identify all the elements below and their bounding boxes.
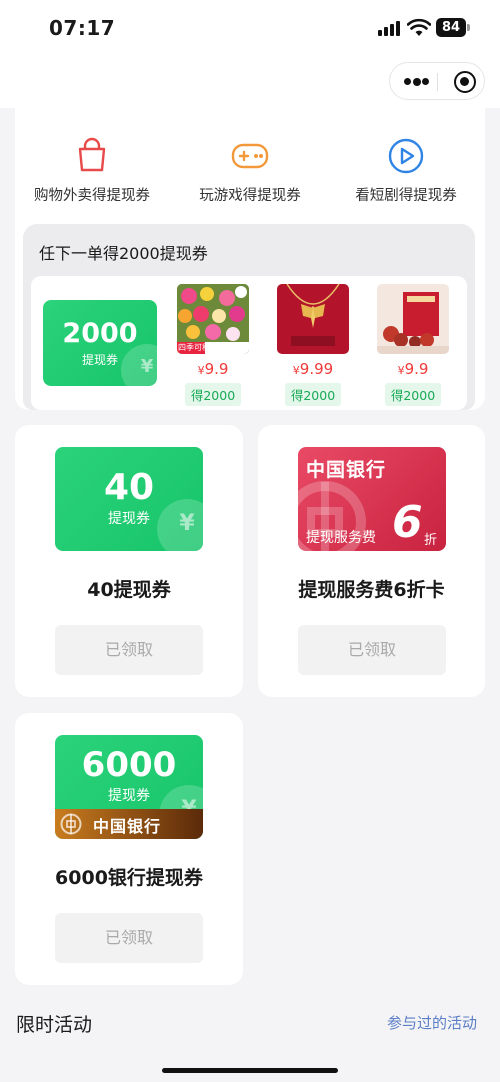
reward-title: 6000银行提现券 xyxy=(55,867,203,889)
service-label: 提现服务费 xyxy=(306,530,376,546)
product-image-flowers: 四季可种 好养易活 xyxy=(177,284,249,354)
coupon-amount: 6000 xyxy=(81,745,177,785)
close-miniprogram-icon[interactable] xyxy=(454,71,476,93)
gamepad-icon xyxy=(230,136,270,176)
joined-activities-link[interactable]: 参与过的活动 xyxy=(387,1012,477,1033)
product-image-necklace xyxy=(277,284,349,354)
category-label: 玩游戏得提现券 xyxy=(199,188,301,204)
reward-title: 40提现券 xyxy=(87,579,171,601)
status-time: 07:17 xyxy=(49,16,116,40)
reward-card-6000: 6000 提现券 ¥ 中国银行 6000银行提现券 已领取 xyxy=(15,713,243,985)
bank-name: 中国银行 xyxy=(306,459,387,481)
status-bar: 07:17 84 xyxy=(0,0,500,56)
promo-title: 任下一单得2000提现券 xyxy=(39,244,208,263)
product-price: ¥9.99 xyxy=(292,360,334,378)
limited-activities-title: 限时活动 xyxy=(16,1014,93,1036)
bank-strip: 中国银行 xyxy=(55,809,203,839)
boc-logo-icon xyxy=(60,813,82,835)
category-shopping[interactable]: 购物外卖得提现券 xyxy=(17,136,167,205)
battery-indicator: 84 xyxy=(436,18,466,37)
capsule-divider xyxy=(437,73,438,91)
category-games[interactable]: 玩游戏得提现券 xyxy=(175,136,325,205)
product-item[interactable]: ¥9.9 得2000 xyxy=(377,284,449,406)
claimed-button[interactable]: 已领取 xyxy=(298,625,446,675)
discount-unit: 折 xyxy=(424,533,438,548)
fee-discount-card: 中国银行 提现服务费 6 折 xyxy=(298,447,446,551)
reward-card-40: 40 提现券 ¥ 40提现券 已领取 xyxy=(15,425,243,697)
miniprogram-capsule xyxy=(389,62,485,100)
product-item[interactable]: ¥9.99 得2000 xyxy=(277,284,349,406)
play-circle-icon xyxy=(386,136,426,176)
order-promo-panel: 任下一单得2000提现券 2000 提现券 ¥ 四季可种 好养易活 ¥9.9 得… xyxy=(23,224,475,410)
nav-bar xyxy=(0,56,500,108)
reward-coupon-6000: 6000 提现券 ¥ 中国银行 xyxy=(55,735,203,839)
product-reward-badge: 得2000 xyxy=(284,383,342,406)
category-label: 购物外卖得提现券 xyxy=(34,188,150,204)
category-label: 看短剧得提现券 xyxy=(355,188,457,204)
category-shortdrama[interactable]: 看短剧得提现券 xyxy=(331,136,481,205)
product-caption: 四季可种 好养易活 xyxy=(178,343,245,352)
product-reward-badge: 得2000 xyxy=(184,383,242,406)
product-price: ¥9.9 xyxy=(197,360,229,378)
bank-name: 中国银行 xyxy=(93,817,162,836)
reward-card-fee-discount: 中国银行 提现服务费 6 折 提现服务费6折卡 已领取 xyxy=(258,425,485,697)
signal-icon xyxy=(378,21,402,36)
product-reward-badge: 得2000 xyxy=(384,383,442,406)
reward-title: 提现服务费6折卡 xyxy=(298,579,445,601)
more-menu-icon[interactable] xyxy=(404,77,429,86)
earn-coupons-card: 购物外卖得提现券 玩游戏得提现券 看短剧得提现券 任下一单得2000提现券 20… xyxy=(15,108,485,410)
product-price: ¥9.9 xyxy=(397,360,429,378)
shopping-bag-icon xyxy=(72,136,112,176)
claimed-button[interactable]: 已领取 xyxy=(55,625,203,675)
discount-number: 6 xyxy=(392,497,423,548)
reward-coupon-40: 40 提现券 ¥ xyxy=(55,447,203,551)
claimed-button[interactable]: 已领取 xyxy=(55,913,203,963)
product-image-supplement xyxy=(377,284,449,354)
battery-tip xyxy=(467,24,470,31)
home-indicator xyxy=(162,1068,338,1073)
promo-products: 2000 提现券 ¥ 四季可种 好养易活 ¥9.9 得2000 ¥9.99 得2… xyxy=(31,276,467,410)
product-item[interactable]: 四季可种 好养易活 ¥9.9 得2000 xyxy=(177,284,249,406)
promo-coupon[interactable]: 2000 提现券 ¥ xyxy=(43,300,157,386)
wifi-icon xyxy=(407,18,431,36)
